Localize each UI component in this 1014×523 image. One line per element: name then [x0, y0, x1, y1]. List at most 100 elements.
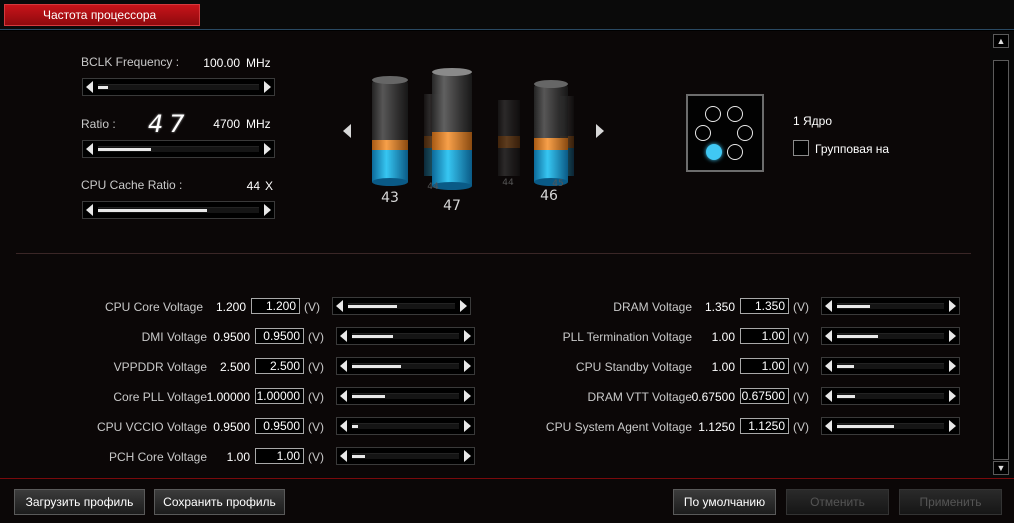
voltage-unit: (V) — [793, 390, 809, 404]
voltage-slider[interactable] — [821, 357, 960, 375]
core-dot[interactable] — [705, 106, 721, 122]
slider-left-arrow-icon[interactable] — [86, 81, 93, 93]
scroll-up-icon[interactable]: ▲ — [993, 34, 1009, 48]
scroll-track[interactable] — [993, 60, 1009, 460]
voltage-unit: (V) — [308, 420, 324, 434]
voltage-unit: (V) — [793, 420, 809, 434]
voltage-input[interactable]: 1.00 — [740, 358, 789, 374]
voltage-input[interactable]: 1.00 — [255, 448, 304, 464]
voltage-input[interactable]: 2.500 — [255, 358, 304, 374]
slider-left-arrow-icon[interactable] — [825, 300, 832, 312]
cache-ratio-unit: X — [265, 179, 274, 193]
voltage-current: 1.1250 — [698, 420, 735, 434]
core-dot[interactable] — [695, 125, 711, 141]
voltage-label: Core PLL Voltage — [113, 390, 207, 404]
bclk-value: 100.00 — [203, 56, 240, 70]
slider-fill — [837, 395, 856, 398]
slider-fill — [98, 148, 152, 151]
load-profile-button[interactable]: Загрузить профиль — [14, 489, 145, 515]
slider-right-arrow-icon[interactable] — [264, 143, 271, 155]
slider-right-arrow-icon[interactable] — [949, 420, 956, 432]
prev-core-arrow-icon[interactable] — [343, 124, 351, 138]
slider-right-arrow-icon[interactable] — [949, 360, 956, 372]
core-bar-label: 46 — [540, 188, 558, 204]
voltage-label: VPPDDR Voltage — [113, 360, 207, 374]
default-button[interactable]: По умолчанию — [673, 489, 776, 515]
voltage-unit: (V) — [793, 360, 809, 374]
voltage-unit: (V) — [308, 390, 324, 404]
slider-right-arrow-icon[interactable] — [464, 360, 471, 372]
voltage-unit: (V) — [308, 330, 324, 344]
core-count-label: 1 Ядро — [793, 114, 833, 128]
voltage-input[interactable]: 1.200 — [251, 298, 300, 314]
slider-left-arrow-icon[interactable] — [340, 420, 347, 432]
core-dot[interactable] — [737, 125, 753, 141]
bclk-slider[interactable] — [82, 78, 275, 96]
slider-fill — [98, 209, 208, 212]
voltage-input[interactable]: 1.350 — [740, 298, 789, 314]
slider-right-arrow-icon[interactable] — [949, 390, 956, 402]
voltage-slider[interactable] — [336, 327, 475, 345]
slider-left-arrow-icon[interactable] — [86, 143, 93, 155]
voltage-input[interactable]: 0.67500 — [740, 388, 789, 404]
voltage-slider[interactable] — [332, 297, 471, 315]
top-bar: Частота процессора — [0, 0, 1014, 30]
slider-left-arrow-icon[interactable] — [340, 360, 347, 372]
ratio-slider[interactable] — [82, 140, 275, 158]
core-dot-active[interactable] — [706, 144, 722, 160]
slider-right-arrow-icon[interactable] — [264, 81, 271, 93]
voltage-slider[interactable] — [821, 327, 960, 345]
voltage-current: 1.00 — [226, 450, 250, 464]
slider-left-arrow-icon[interactable] — [340, 450, 347, 462]
voltage-current: 0.9500 — [213, 330, 250, 344]
cancel-button[interactable]: Отменить — [786, 489, 889, 515]
slider-left-arrow-icon[interactable] — [86, 204, 93, 216]
voltage-slider[interactable] — [821, 387, 960, 405]
slider-left-arrow-icon[interactable] — [825, 420, 832, 432]
core-bar-43 — [372, 76, 408, 186]
voltage-input[interactable]: 1.00000 — [255, 388, 304, 404]
next-core-arrow-icon[interactable] — [596, 124, 604, 138]
group-adjust-checkbox[interactable] — [793, 140, 809, 156]
slider-fill — [98, 86, 108, 89]
apply-button[interactable]: Применить — [899, 489, 1002, 515]
slider-right-arrow-icon[interactable] — [460, 300, 467, 312]
voltage-slider[interactable] — [821, 417, 960, 435]
slider-right-arrow-icon[interactable] — [949, 330, 956, 342]
voltage-current: 0.67500 — [691, 390, 735, 404]
core-bar-46 — [534, 80, 568, 186]
slider-right-arrow-icon[interactable] — [464, 420, 471, 432]
slider-right-arrow-icon[interactable] — [264, 204, 271, 216]
voltage-input[interactable]: 0.9500 — [255, 418, 304, 434]
voltage-input[interactable]: 0.9500 — [255, 328, 304, 344]
slider-left-arrow-icon[interactable] — [825, 360, 832, 372]
vertical-scrollbar[interactable]: ▲ ▼ — [990, 31, 1014, 478]
core-dot[interactable] — [727, 106, 743, 122]
slider-left-arrow-icon[interactable] — [825, 330, 832, 342]
tab-cpu-frequency[interactable]: Частота процессора — [4, 4, 200, 26]
voltage-input[interactable]: 1.00 — [740, 328, 789, 344]
core-dot[interactable] — [727, 144, 743, 160]
cache-ratio-slider[interactable] — [82, 201, 275, 219]
voltage-input[interactable]: 1.1250 — [740, 418, 789, 434]
voltage-slider[interactable] — [336, 417, 475, 435]
scroll-down-icon[interactable]: ▼ — [993, 461, 1009, 475]
slider-left-arrow-icon[interactable] — [340, 330, 347, 342]
slider-fill — [352, 395, 386, 398]
cache-ratio-value: 44 — [246, 179, 260, 193]
slider-right-arrow-icon[interactable] — [949, 300, 956, 312]
voltage-slider[interactable] — [336, 447, 475, 465]
slider-right-arrow-icon[interactable] — [464, 450, 471, 462]
save-profile-button[interactable]: Сохранить профиль — [154, 489, 285, 515]
voltage-slider[interactable] — [336, 387, 475, 405]
slider-left-arrow-icon[interactable] — [336, 300, 343, 312]
voltage-unit: (V) — [308, 360, 324, 374]
voltage-slider[interactable] — [336, 357, 475, 375]
slider-left-arrow-icon[interactable] — [340, 390, 347, 402]
voltage-slider[interactable] — [821, 297, 960, 315]
group-adjust-label: Групповая на — [815, 142, 890, 156]
voltage-label: DRAM Voltage — [613, 300, 692, 314]
slider-right-arrow-icon[interactable] — [464, 390, 471, 402]
slider-left-arrow-icon[interactable] — [825, 390, 832, 402]
slider-right-arrow-icon[interactable] — [464, 330, 471, 342]
